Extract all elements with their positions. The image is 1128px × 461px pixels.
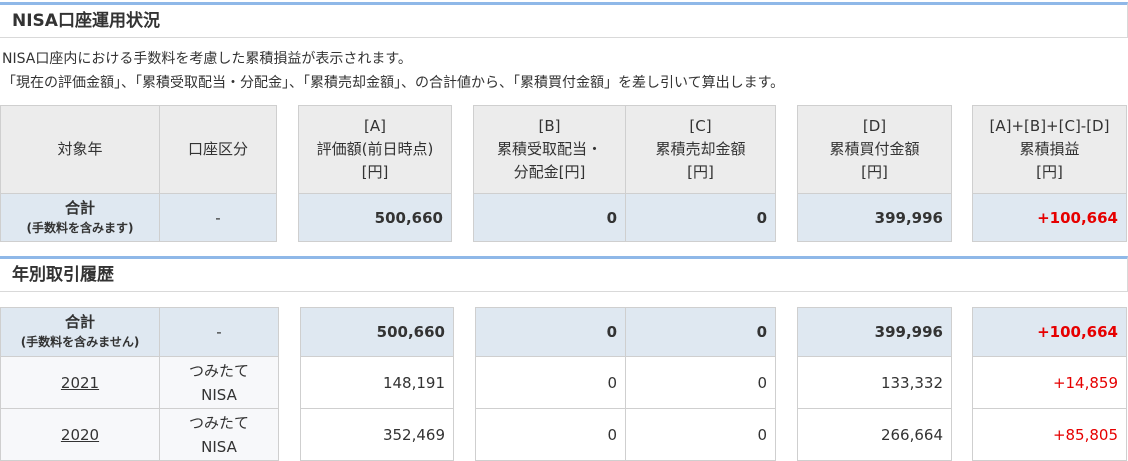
col-c-line1: [C] bbox=[689, 117, 712, 135]
summary1-e: +100,664 bbox=[972, 193, 1127, 242]
section2-title: 年別取引履歴 bbox=[12, 265, 114, 285]
account-line1: つみたて bbox=[188, 413, 249, 432]
summary2-account: - bbox=[159, 307, 279, 357]
table-row-2021-b: 0 bbox=[475, 356, 626, 409]
description-line-2: 「現在の評価金額」、「累積受取配当・分配金」、「累積売却金額」、の合計値から、「… bbox=[2, 75, 785, 91]
section-header-yearly-history: 年別取引履歴 bbox=[0, 256, 1128, 292]
col-c-line3: [円] bbox=[687, 163, 714, 181]
table-row-2020-account: つみたて NISA bbox=[159, 408, 279, 461]
summary2-d: 399,996 bbox=[797, 307, 952, 357]
col-d-line2: 累積買付金額 bbox=[829, 140, 920, 158]
account-line2: NISA bbox=[201, 385, 237, 404]
summary1-d: 399,996 bbox=[797, 193, 952, 242]
col-d-line1: [D] bbox=[862, 117, 887, 135]
col-e-line3: [円] bbox=[1036, 163, 1063, 181]
summary1-account: - bbox=[159, 193, 277, 242]
summary2-c: 0 bbox=[625, 307, 776, 357]
table-row-2020-b: 0 bbox=[475, 408, 626, 461]
section-title: NISA口座運用状況 bbox=[12, 11, 160, 31]
col-b-line3: 分配金[円] bbox=[513, 163, 586, 181]
summary1-account-value: - bbox=[215, 208, 221, 227]
account-line1: つみたて bbox=[188, 361, 249, 380]
col-e-line1: [A]+[B]+[C]-[D] bbox=[989, 117, 1110, 135]
description-line-1: NISA口座内における手数料を考慮した累積損益が表示されます。 bbox=[2, 51, 412, 67]
summary1-label-sub: (手数料を含みます) bbox=[26, 220, 134, 235]
col-c-line2: 累積売却金額 bbox=[655, 140, 746, 158]
col-a-line2: 評価額(前日時点) bbox=[316, 140, 434, 158]
table-row-2020-d: 266,664 bbox=[797, 408, 952, 461]
col-d-line3: [円] bbox=[861, 163, 888, 181]
section-header-nisa-status: NISA口座運用状況 bbox=[0, 2, 1128, 38]
table-row-2021-account: つみたて NISA bbox=[159, 356, 279, 409]
summary1-c: 0 bbox=[625, 193, 776, 242]
col-b-line1: [B] bbox=[538, 117, 561, 135]
col-a-line1: [A] bbox=[364, 117, 386, 135]
summary2-label-sub: (手数料を含みません) bbox=[20, 335, 140, 349]
col-header-d: [D] 累積買付金額 [円] bbox=[797, 105, 952, 194]
table-row-2020-a: 352,469 bbox=[300, 408, 454, 461]
table-row-2021-a: 148,191 bbox=[300, 356, 454, 409]
table-row-2021-d: 133,332 bbox=[797, 356, 952, 409]
table-row-2020-e: +85,805 bbox=[972, 408, 1127, 461]
summary1-b: 0 bbox=[473, 193, 626, 242]
summary2-label: 合計 (手数料を含みません) bbox=[0, 307, 160, 357]
summary2-b: 0 bbox=[475, 307, 626, 357]
summary2-label-main: 合計 bbox=[64, 313, 95, 331]
table-row-2021-c: 0 bbox=[625, 356, 776, 409]
summary2-a: 500,660 bbox=[300, 307, 454, 357]
year-link-2020[interactable]: 2020 bbox=[61, 426, 99, 444]
col-a-line3: [円] bbox=[361, 163, 389, 181]
col-b-line2: 累積受取配当・ bbox=[496, 140, 602, 158]
summary2-account-value: - bbox=[216, 323, 222, 341]
account-line2: NISA bbox=[201, 437, 237, 456]
col-header-year: 対象年 bbox=[0, 105, 160, 194]
col-header-year-label: 対象年 bbox=[57, 140, 103, 158]
summary1-label: 合計 (手数料を含みます) bbox=[0, 193, 160, 242]
col-header-account-label: 口座区分 bbox=[187, 140, 248, 158]
col-header-account: 口座区分 bbox=[159, 105, 277, 194]
table-row-2020-c: 0 bbox=[625, 408, 776, 461]
table-row-2020-year[interactable]: 2020 bbox=[0, 408, 160, 461]
table-row-2021-e: +14,859 bbox=[972, 356, 1127, 409]
col-e-line2: 累積損益 bbox=[1019, 140, 1080, 158]
summary1-label-main: 合計 bbox=[64, 198, 95, 217]
table-row-2021-year[interactable]: 2021 bbox=[0, 356, 160, 409]
col-header-a: [A] 評価額(前日時点) [円] bbox=[298, 105, 452, 194]
summary1-a: 500,660 bbox=[298, 193, 452, 242]
col-header-c: [C] 累積売却金額 [円] bbox=[625, 105, 776, 194]
col-header-b: [B] 累積受取配当・ 分配金[円] bbox=[473, 105, 626, 194]
col-header-e: [A]+[B]+[C]-[D] 累積損益 [円] bbox=[972, 105, 1127, 194]
year-link-2021[interactable]: 2021 bbox=[61, 374, 99, 392]
summary2-e: +100,664 bbox=[972, 307, 1127, 357]
